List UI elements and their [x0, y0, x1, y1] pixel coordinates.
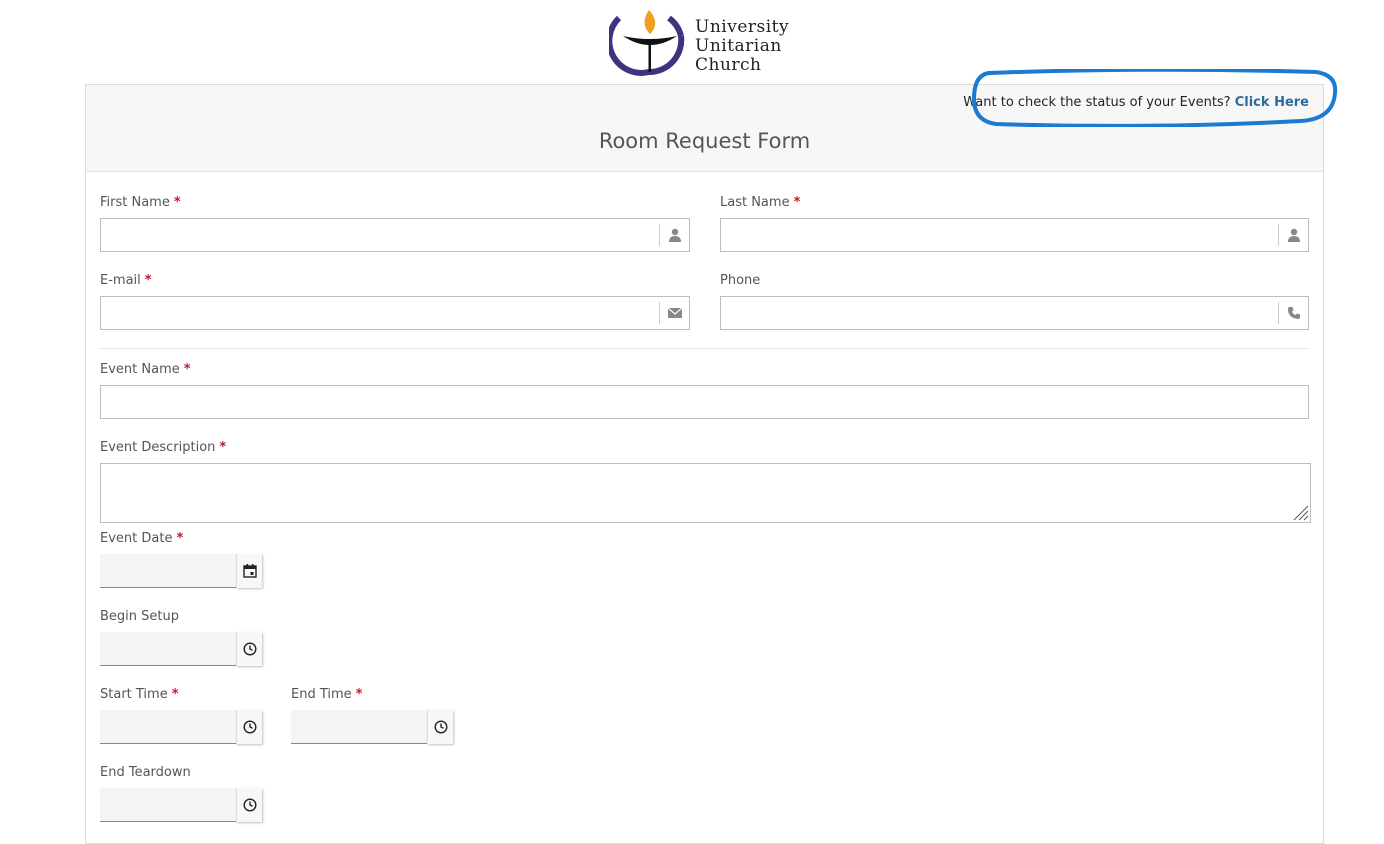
event-status-text: Want to check the status of your Events? [963, 95, 1231, 110]
start-time-picker[interactable] [100, 710, 262, 744]
phone-label: Phone [720, 273, 761, 288]
required-marker: * [173, 195, 181, 210]
event-name-label: Event Name * [100, 362, 191, 377]
first-name-label: First Name * [100, 195, 181, 210]
end-teardown-picker[interactable] [100, 788, 262, 822]
email-field[interactable] [100, 296, 690, 330]
end-teardown-label: End Teardown [100, 765, 191, 780]
room-request-card: Want to check the status of your Events?… [85, 84, 1324, 844]
required-marker: * [793, 195, 801, 210]
church-logo: University Unitarian Church [609, 6, 809, 76]
clock-icon [242, 642, 257, 656]
event-date-label: Event Date * [100, 531, 184, 546]
event-name-input[interactable] [100, 385, 1309, 419]
card-header: Want to check the status of your Events?… [86, 85, 1323, 172]
page-title: Room Request Form [598, 129, 811, 153]
required-marker: * [171, 687, 179, 702]
clock-button[interactable] [427, 710, 453, 744]
phone-icon [1278, 302, 1308, 324]
resize-handle-icon[interactable] [1291, 503, 1309, 521]
end-time-picker[interactable] [291, 710, 453, 744]
logo-line-3: Church [695, 55, 762, 75]
event-date-picker[interactable] [100, 554, 262, 588]
clock-icon [242, 798, 257, 812]
clock-icon [242, 720, 257, 734]
start-time-label: Start Time * [100, 687, 179, 702]
end-time-label: End Time * [291, 687, 363, 702]
clock-button[interactable] [236, 632, 262, 666]
required-marker: * [144, 273, 152, 288]
check-status-link[interactable]: Click Here [1235, 95, 1309, 110]
phone-field[interactable] [720, 296, 1309, 330]
last-name-input[interactable] [720, 218, 1309, 252]
required-marker: * [355, 687, 363, 702]
logo-line-2: Unitarian [695, 36, 782, 56]
envelope-icon [659, 302, 689, 324]
required-marker: * [219, 440, 227, 455]
clock-icon [433, 720, 448, 734]
first-name-input[interactable] [100, 218, 690, 252]
email-label: E-mail * [100, 273, 152, 288]
begin-setup-picker[interactable] [100, 632, 262, 666]
user-icon [1278, 224, 1308, 246]
section-divider [100, 348, 1309, 349]
logo-line-1: University [695, 17, 790, 37]
calendar-icon [242, 564, 257, 578]
calendar-button[interactable] [236, 554, 262, 588]
required-marker: * [176, 531, 184, 546]
chalice-logo-icon [609, 10, 685, 76]
begin-setup-label: Begin Setup [100, 609, 179, 624]
clock-button[interactable] [236, 788, 262, 822]
last-name-label: Last Name * [720, 195, 801, 210]
clock-button[interactable] [236, 710, 262, 744]
event-description-textarea[interactable] [100, 463, 1311, 523]
event-description-label: Event Description * [100, 440, 227, 455]
required-marker: * [183, 362, 191, 377]
user-icon [659, 224, 689, 246]
event-status-prompt: Want to check the status of your Events?… [963, 95, 1309, 110]
